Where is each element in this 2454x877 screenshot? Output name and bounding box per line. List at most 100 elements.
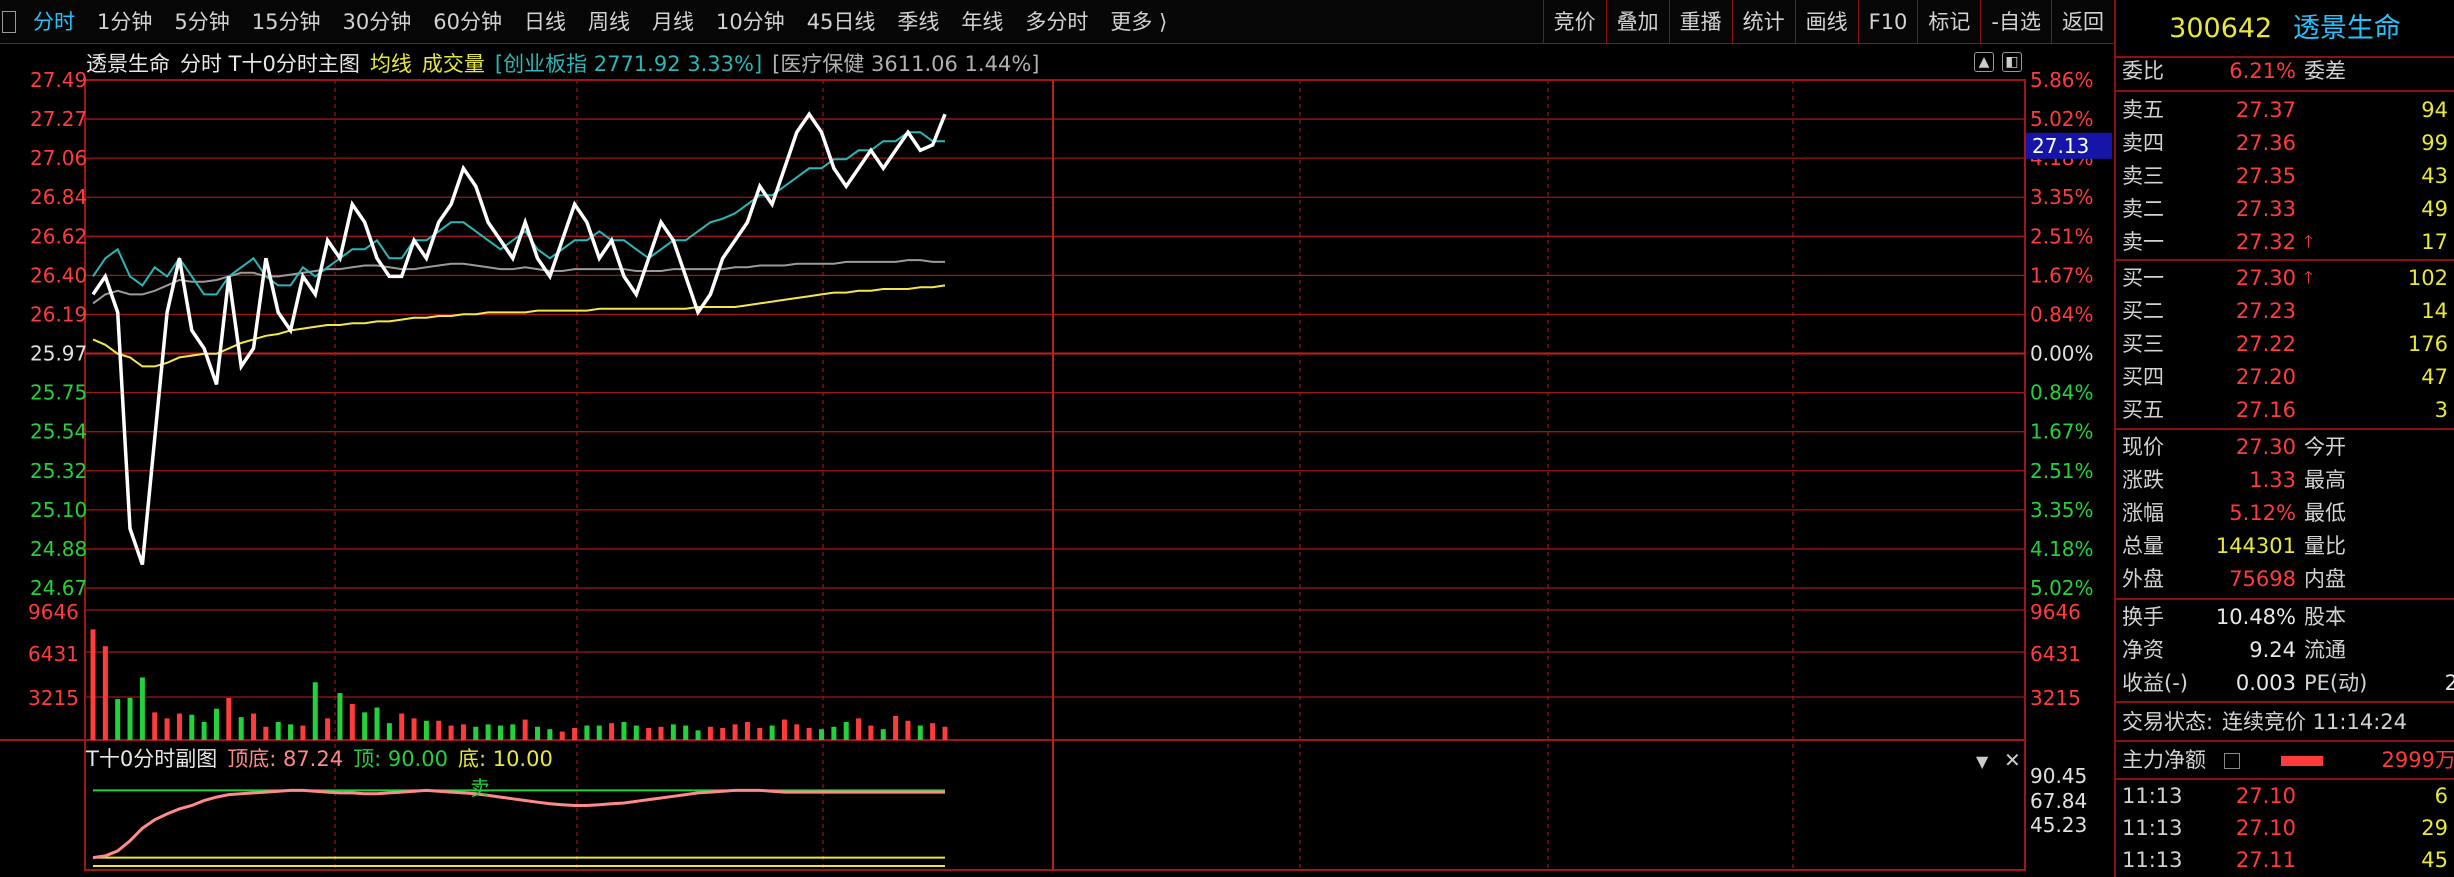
stat-row: 现价 27.30 今开	[2116, 431, 2454, 464]
period-tab-12[interactable]: 年线	[950, 0, 1014, 44]
price-tick-label: 27.27	[30, 107, 87, 131]
period-tab-6[interactable]: 日线	[513, 0, 577, 44]
volume-bar	[670, 724, 676, 740]
bid-vol: 3	[2434, 398, 2448, 422]
pct-tick-label: 5.02%	[2030, 107, 2094, 131]
volume-bar	[905, 720, 911, 740]
chart-restore-icon[interactable]: ◧	[2002, 52, 2022, 72]
panel-separator	[2116, 428, 2454, 430]
price-tick-label: 26.62	[30, 224, 87, 248]
volume-bar	[275, 721, 281, 740]
period-tab-3[interactable]: 15分钟	[241, 0, 332, 44]
bid-label: 买五	[2122, 398, 2164, 422]
legend-volume: 成交量	[421, 52, 485, 76]
toolbar-button-1[interactable]: 叠加	[1605, 0, 1669, 44]
period-tab-11[interactable]: 季线	[886, 0, 950, 44]
ask-label: 卖三	[2122, 164, 2164, 188]
tick-time: 11:13	[2122, 816, 2183, 840]
volume-bar	[115, 699, 121, 740]
up-arrow-icon: 🡑	[2304, 268, 2313, 288]
stat-label: 涨跌	[2122, 468, 2164, 492]
stat2-label-2: 股本	[2304, 605, 2346, 629]
sub-chart-collapse-icon[interactable]: ▼	[1976, 752, 1988, 771]
period-tab-4[interactable]: 30分钟	[331, 0, 422, 44]
volume-bar	[362, 712, 368, 740]
stat2-value: 10.48%	[2215, 605, 2296, 629]
price-tick-label: 24.67	[30, 576, 87, 600]
stat-value: 1.33	[2249, 468, 2296, 492]
volume-bar	[226, 697, 232, 740]
period-tab-13[interactable]: 多分时	[1014, 0, 1099, 44]
volume-bar	[584, 725, 590, 740]
ask-price: 27.32	[2235, 230, 2296, 254]
stat2-label-2: PE(动)	[2304, 671, 2368, 695]
ask-row: 卖一 27.32 🡑 17	[2116, 226, 2454, 259]
price-tick-label: 26.19	[30, 302, 87, 326]
stat-row: 外盘 75698 内盘	[2116, 563, 2454, 596]
toolbar-button-5[interactable]: F10	[1857, 0, 1918, 44]
stat-label-2: 内盘	[2304, 567, 2346, 591]
toolbar-button-4[interactable]: 画线	[1794, 0, 1858, 44]
quote-panel: 300642 透景生命 委比 6.21% 委差 卖五 27.37 94 卖四 27.36 99 卖…	[2114, 0, 2454, 877]
toolbar-button-7[interactable]: -自选	[1980, 0, 2051, 44]
period-tab-1[interactable]: 1分钟	[86, 0, 163, 44]
ask-price: 27.33	[2235, 197, 2296, 221]
current-price-label: 27.13	[2032, 134, 2089, 158]
pct-tick-label: 5.86%	[2030, 68, 2094, 92]
volume-bar	[572, 727, 578, 740]
volume-bar	[460, 724, 466, 740]
volume-bar	[176, 713, 182, 740]
bid-price: 27.16	[2235, 398, 2296, 422]
volume-bar	[374, 707, 380, 740]
toolbar-button-3[interactable]: 统计	[1731, 0, 1795, 44]
volume-tick-label-right: 3215	[2030, 686, 2081, 710]
pct-tick-label: 0.00%	[2030, 342, 2094, 366]
period-tab-8[interactable]: 月线	[641, 0, 705, 44]
price-tick-label: 25.75	[30, 381, 87, 405]
volume-bar	[423, 720, 429, 740]
bid-row: 买一 27.30 🡑 102	[2116, 262, 2454, 295]
volume-tick-label: 9646	[28, 600, 79, 624]
price-tick-label: 25.32	[30, 459, 87, 483]
ask-row: 卖二 27.33 49	[2116, 193, 2454, 226]
stat-value: 27.30	[2235, 435, 2296, 459]
pct-tick-label: 2.51%	[2030, 459, 2094, 483]
volume-bar	[102, 646, 108, 740]
chart-up-icon[interactable]: ▲	[1974, 52, 1994, 72]
bid-price: 27.23	[2235, 299, 2296, 323]
main-net-icon[interactable]	[2224, 753, 2240, 769]
panel-separator	[2116, 90, 2454, 92]
ask-label: 卖一	[2122, 230, 2164, 254]
toolbar-button-6[interactable]: 标记	[1917, 0, 1980, 44]
period-tab-14[interactable]: 更多 ⟩	[1099, 0, 1178, 44]
sub-chart-close-icon[interactable]: ✕	[2004, 748, 2021, 772]
period-tab-9[interactable]: 10分钟	[705, 0, 796, 44]
period-tab-2[interactable]: 5分钟	[163, 0, 240, 44]
series-line-创业板指	[92, 131, 945, 296]
toolbar-button-8[interactable]: 返回	[2051, 0, 2114, 44]
period-tab-7[interactable]: 周线	[577, 0, 641, 44]
stat2-label: 换手	[2122, 605, 2164, 629]
volume-bar	[868, 725, 874, 740]
quote-header: 300642 透景生命	[2116, 0, 2454, 58]
sub-legend-bottom: 底: 10.00	[457, 747, 553, 771]
toolbar-menu-icon[interactable]	[2, 10, 16, 33]
stat-value: 75698	[2229, 567, 2296, 591]
volume-bar	[683, 725, 689, 740]
period-tab-5[interactable]: 60分钟	[422, 0, 513, 44]
stat-label: 现价	[2122, 435, 2164, 459]
sub-tick-label: 67.84	[2030, 789, 2087, 813]
pct-tick-label: 4.18%	[2030, 537, 2094, 561]
toolbar-button-2[interactable]: 重播	[1668, 0, 1732, 44]
period-tab-0[interactable]: 分时	[22, 0, 86, 44]
price-tick-label: 27.06	[30, 146, 87, 170]
stock-name: 透景生命	[2292, 13, 2401, 44]
period-tab-10[interactable]: 45日线	[796, 0, 887, 44]
legend-index-health: [医疗保健 3611.06 1.44%]	[772, 52, 1040, 76]
legend-stock-name: 透景生命	[86, 52, 170, 76]
stat-value: 144301	[2215, 534, 2296, 558]
period-toolbar: 分时 1分钟 5分钟 15分钟 30分钟 60分钟 日线 周线 月线 10分钟 45日线 季线 年线 多分…	[0, 0, 2114, 44]
ask-row: 卖四 27.36 99	[2116, 127, 2454, 160]
toolbar-button-0[interactable]: 竞价	[1542, 0, 1606, 44]
stat-row: 涨跌 1.33 最高	[2116, 464, 2454, 497]
